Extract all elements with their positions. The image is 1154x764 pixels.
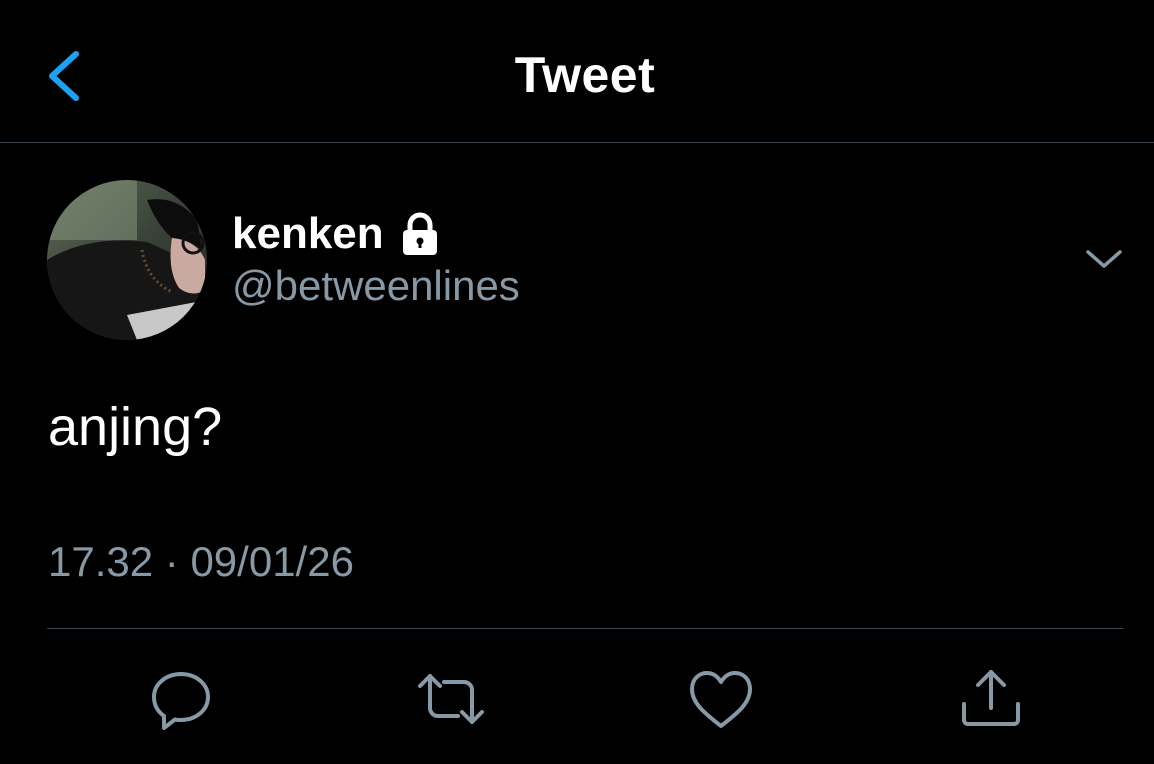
display-name[interactable]: kenken xyxy=(232,209,384,259)
timestamp-separator: · xyxy=(164,538,179,585)
tweet-date: 09/01/26 xyxy=(190,538,354,585)
retweet-button[interactable] xyxy=(416,664,486,734)
author-row: kenken xyxy=(232,206,440,262)
retweet-icon xyxy=(418,674,484,724)
reply-icon xyxy=(152,672,210,730)
chevron-down-icon xyxy=(1086,250,1122,268)
like-button[interactable] xyxy=(686,664,756,734)
tweet-text: anjing? xyxy=(48,397,223,457)
page-title: Tweet xyxy=(514,47,656,103)
header-bar: Tweet xyxy=(0,0,1154,143)
avatar[interactable] xyxy=(47,180,207,340)
more-options-button[interactable] xyxy=(1082,244,1126,274)
share-button[interactable] xyxy=(956,664,1026,734)
reply-button[interactable] xyxy=(146,664,216,734)
avatar-image xyxy=(47,180,207,340)
share-icon xyxy=(962,670,1020,726)
divider xyxy=(47,628,1123,629)
tweet-time: 17.32 xyxy=(48,538,154,585)
lock-icon xyxy=(402,212,437,255)
tweet-timestamp: 17.32 · 09/01/26 xyxy=(48,538,354,586)
like-icon xyxy=(690,671,752,728)
username[interactable]: @betweenlines xyxy=(232,262,520,310)
